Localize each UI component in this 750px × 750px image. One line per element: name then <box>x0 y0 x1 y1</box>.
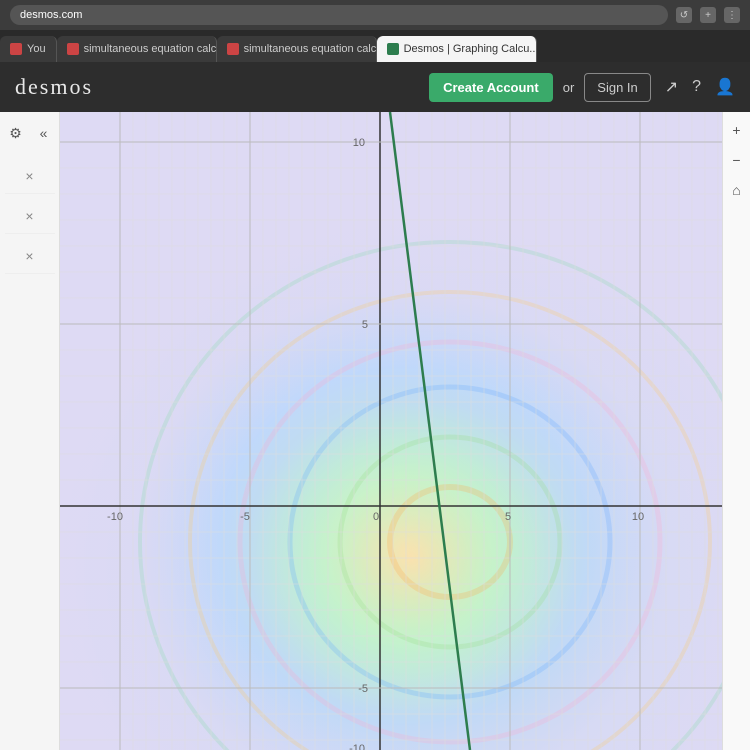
browser-refresh-btn[interactable]: ↺ <box>676 7 692 23</box>
browser-menu-btn[interactable]: ⋮ <box>724 7 740 23</box>
graph-svg: -10 -5 0 5 10 10 5 -5 -10 <box>60 112 722 750</box>
settings-button[interactable]: ⚙ <box>3 120 29 146</box>
expression-row-3: × <box>5 238 55 274</box>
svg-text:0: 0 <box>373 511 379 523</box>
tab-favicon-desmos <box>387 43 399 55</box>
zoom-in-button[interactable]: + <box>725 118 749 142</box>
delete-expr-3[interactable]: × <box>25 248 33 264</box>
help-icon[interactable]: ? <box>692 78 701 96</box>
tab-label-desmos: Desmos | Graphing Calcu... <box>404 43 537 55</box>
delete-expr-1[interactable]: × <box>25 168 33 184</box>
tab-favicon-you <box>10 43 22 55</box>
graph-area[interactable]: -10 -5 0 5 10 10 5 -5 -10 <box>60 112 722 750</box>
zoom-out-button[interactable]: − <box>725 148 749 172</box>
tab-bar: You simultaneous equation calcu... simul… <box>0 30 750 62</box>
tab-sim1[interactable]: simultaneous equation calcu... <box>57 36 217 62</box>
expression-row-1: × <box>5 158 55 194</box>
right-toolbar: + − ⌂ <box>722 112 750 750</box>
desmos-header: desmos Create Account or Sign In ↗ ? 👤 <box>0 62 750 112</box>
svg-text:-10: -10 <box>349 743 365 750</box>
tab-label-sim1: simultaneous equation calcu... <box>84 43 217 55</box>
url-text: desmos.com <box>20 9 82 21</box>
home-button[interactable]: ⌂ <box>725 178 749 202</box>
account-icon[interactable]: 👤 <box>715 77 735 97</box>
svg-text:10: 10 <box>632 511 644 523</box>
svg-text:5: 5 <box>505 511 511 523</box>
delete-expr-2[interactable]: × <box>25 208 33 224</box>
share-icon[interactable]: ↗ <box>665 77 678 97</box>
sidebar-controls: ⚙ « <box>3 120 57 146</box>
svg-text:10: 10 <box>353 137 365 149</box>
tab-sim2[interactable]: simultaneous equation calcu... <box>217 36 377 62</box>
tab-label-sim2: simultaneous equation calcu... <box>244 43 377 55</box>
sign-in-button[interactable]: Sign In <box>584 73 650 102</box>
or-separator: or <box>563 80 575 95</box>
svg-text:-5: -5 <box>358 683 368 695</box>
desmos-logo: desmos <box>15 74 419 100</box>
tab-favicon-sim1 <box>67 43 79 55</box>
svg-text:-10: -10 <box>107 511 123 523</box>
svg-text:-5: -5 <box>240 511 250 523</box>
desmos-app: desmos Create Account or Sign In ↗ ? 👤 ⚙… <box>0 62 750 750</box>
main-area: ⚙ « × × × <box>0 112 750 750</box>
expression-row-2: × <box>5 198 55 234</box>
collapse-button[interactable]: « <box>31 120 57 146</box>
browser-url-bar[interactable]: desmos.com <box>10 5 668 25</box>
tab-you[interactable]: You <box>0 36 57 62</box>
svg-text:5: 5 <box>362 319 368 331</box>
tab-label-you: You <box>27 43 46 55</box>
tab-favicon-sim2 <box>227 43 239 55</box>
create-account-button[interactable]: Create Account <box>429 73 553 102</box>
browser-add-tab-btn[interactable]: + <box>700 7 716 23</box>
tab-desmos[interactable]: Desmos | Graphing Calcu... <box>377 36 537 62</box>
browser-chrome: desmos.com ↺ + ⋮ <box>0 0 750 30</box>
expression-sidebar: ⚙ « × × × <box>0 112 60 750</box>
